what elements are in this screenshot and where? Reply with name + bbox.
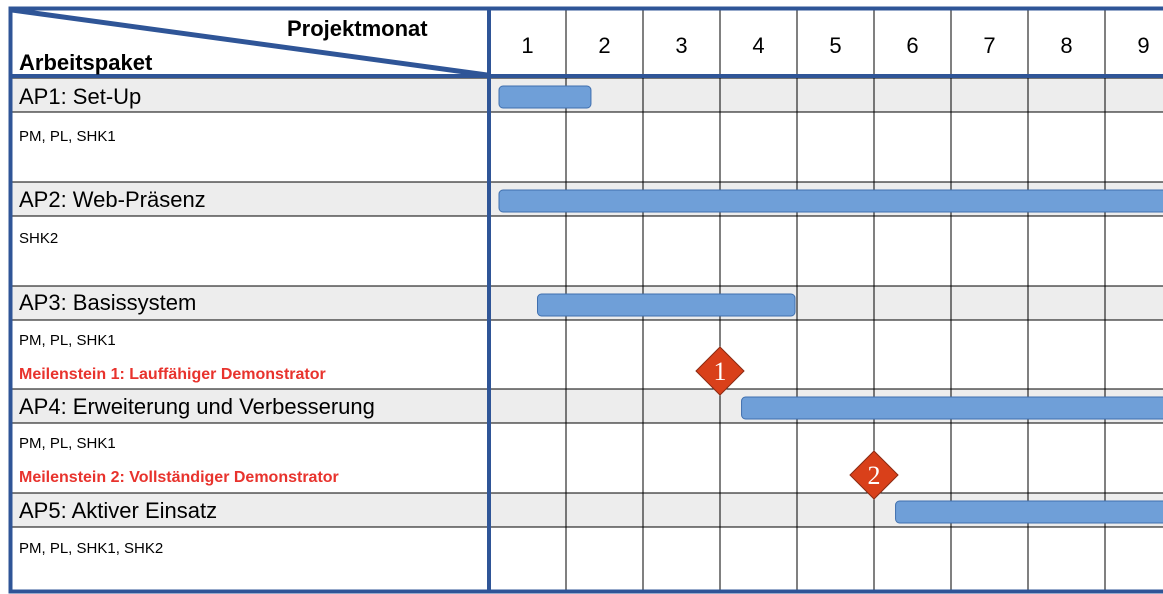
package-resources-ap5: PM, PL, SHK1, SHK2 [19, 540, 164, 557]
package-resources-ap3: PM, PL, SHK1 [19, 332, 116, 349]
bar-ap5 [895, 500, 1163, 524]
month-label-2: 2 [598, 33, 610, 58]
month-header-label: Projektmonat [287, 16, 428, 41]
package-title-ap2: AP2: Web-Präsenz [19, 187, 206, 212]
bar-ap3 [537, 293, 796, 317]
package-title-ap4: AP4: Erweiterung und Verbesserung [19, 394, 375, 419]
bar-ap2 [498, 189, 1163, 213]
package-resources-ap4: PM, PL, SHK1 [19, 435, 116, 452]
package-title-ap3: AP3: Basissystem [19, 290, 197, 315]
package-resources-ap2: SHK2 [19, 230, 59, 247]
milestone-label-2: Meilenstein 2: Vollständiger Demonstrato… [19, 469, 339, 486]
month-label-9: 9 [1137, 33, 1149, 58]
bar-ap1 [498, 85, 592, 109]
bar-ap4 [741, 396, 1163, 420]
month-label-7: 7 [983, 33, 995, 58]
milestone-number-1: 1 [714, 357, 727, 386]
month-label-8: 8 [1060, 33, 1072, 58]
package-header-label: Arbeitspaket [19, 50, 153, 75]
milestone-label-1: Meilenstein 1: Lauffähiger Demonstrator [19, 366, 326, 383]
month-label-1: 1 [521, 33, 533, 58]
gantt-chart: 1 2 3 4 5 6 7 8 9 1 2 Projektmonat Arbeitspaket AP… [0, 0, 1163, 594]
month-label-5: 5 [829, 33, 841, 58]
month-label-4: 4 [752, 33, 764, 58]
package-title-ap1: AP1: Set-Up [19, 84, 142, 109]
milestone-number-2: 2 [868, 461, 881, 490]
month-label-3: 3 [675, 33, 687, 58]
package-title-ap5: AP5: Aktiver Einsatz [19, 498, 218, 523]
month-label-6: 6 [906, 33, 918, 58]
package-resources-ap1: PM, PL, SHK1 [19, 128, 116, 145]
